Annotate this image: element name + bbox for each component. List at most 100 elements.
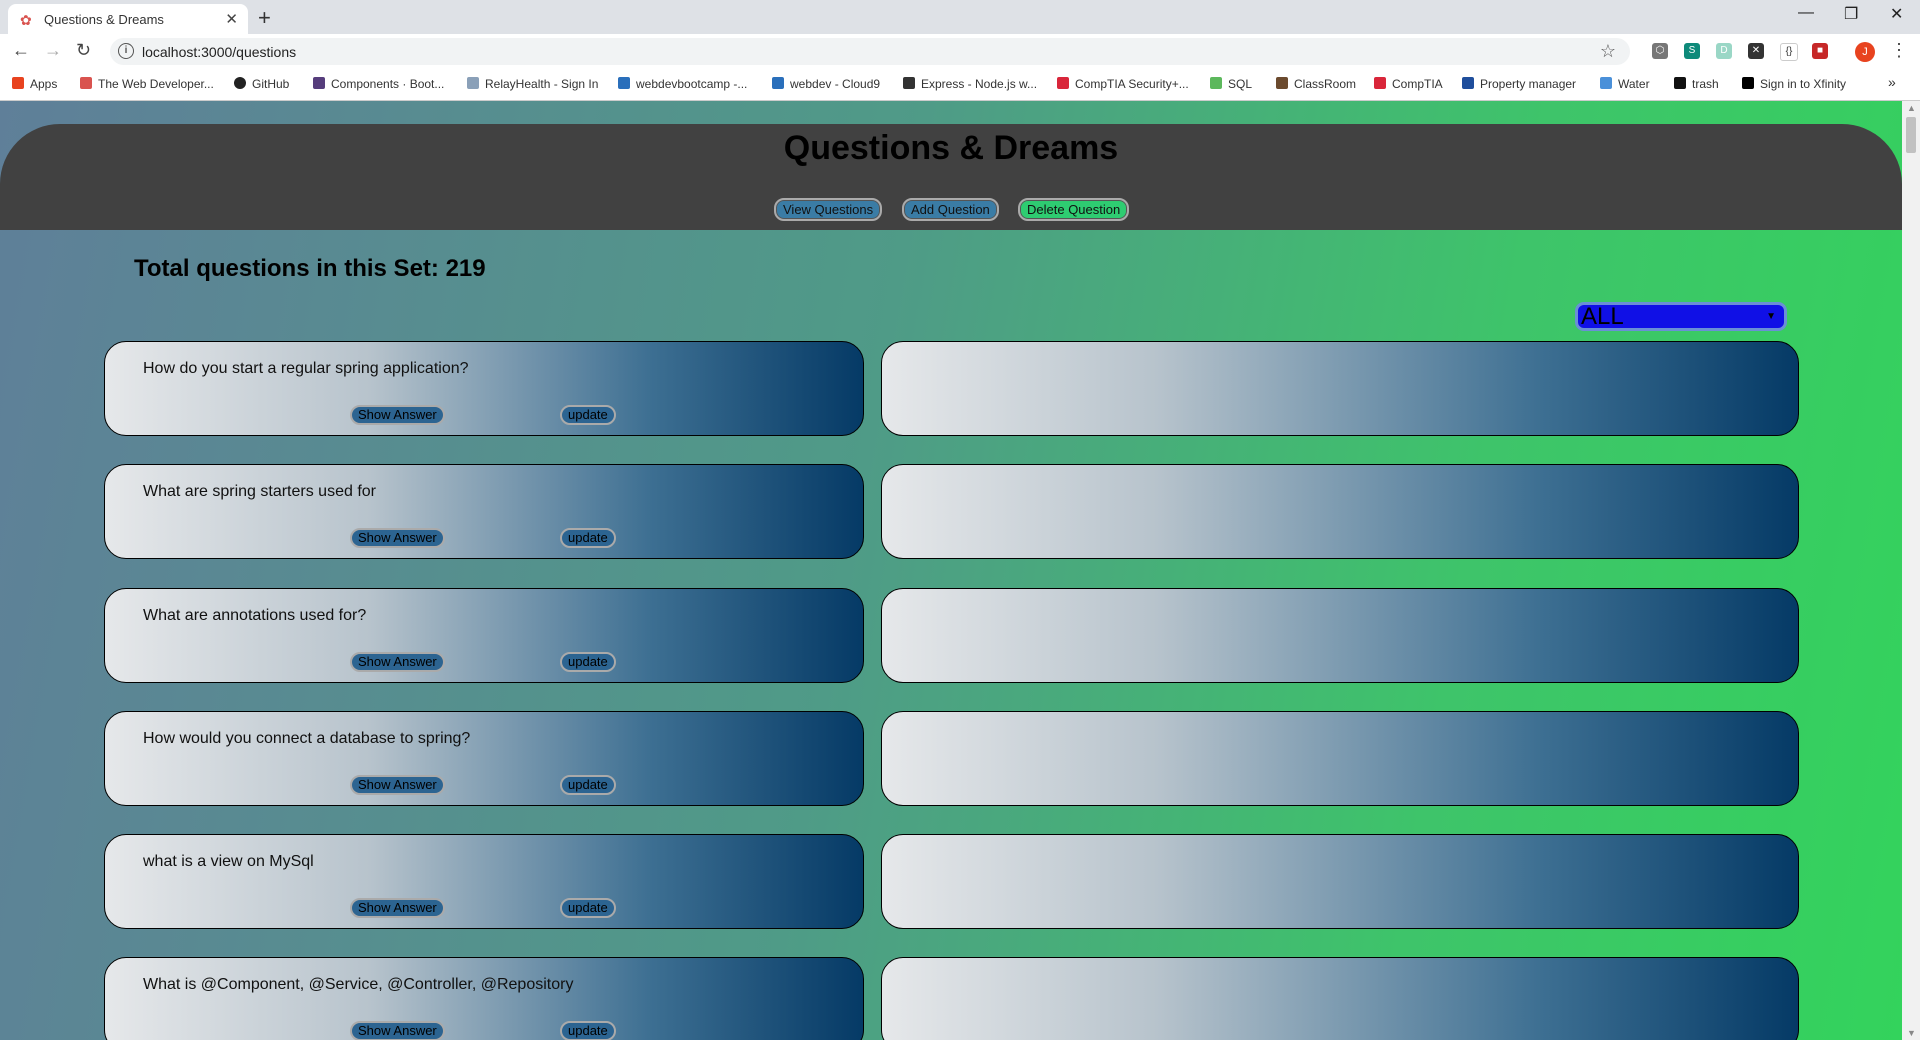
bookmarks-bar: Apps The Web Developer... GitHub Compone… [0,68,1920,101]
question-card: What is @Component, @Service, @Controlle… [104,957,864,1040]
forward-icon[interactable]: → [44,40,62,61]
bookmark-comptia[interactable]: CompTIA [1374,77,1443,91]
scroll-up-icon[interactable]: ▲ [1907,103,1916,113]
comptia-icon [1374,77,1386,89]
bookmark-classroom[interactable]: ClassRoom [1276,77,1356,91]
site-info-icon[interactable]: i [118,43,134,59]
bookmark-relayhealth[interactable]: RelayHealth - Sign In [467,77,598,91]
bookmark-comptia-security[interactable]: CompTIA Security+... [1057,77,1189,91]
favicon-icon: ✿ [20,12,32,28]
update-button[interactable]: update [560,405,616,425]
browser-tab[interactable]: ✿ Questions & Dreams ✕ [8,4,248,34]
bookmark-github[interactable]: GitHub [234,77,289,91]
answer-panel [881,711,1799,806]
hb-icon [1674,77,1686,89]
bookmark-property-manager[interactable]: Property manager [1462,77,1576,91]
question-text: What are spring starters used for [143,483,376,500]
bookmark-webdevbootcamp[interactable]: webdevbootcamp -... [618,77,747,91]
delete-question-button[interactable]: Delete Question [1018,198,1130,221]
sql-icon [1210,77,1222,89]
update-button[interactable]: update [560,1021,616,1040]
close-window-icon[interactable]: ✕ [1890,4,1903,24]
answer-panel [881,341,1799,436]
bookmark-water[interactable]: Water [1600,77,1650,91]
add-question-button[interactable]: Add Question [902,198,999,221]
page-content: Questions & Dreams View Questions Add Qu… [0,101,1902,1040]
question-text: What is @Component, @Service, @Controlle… [143,976,574,993]
page-scrollbar[interactable]: ▲ ▼ [1902,101,1920,1040]
cloud9-icon [618,77,630,89]
more-bookmarks-icon[interactable]: » [1888,74,1896,90]
site-header: Questions & Dreams View Questions Add Qu… [0,124,1902,230]
restore-icon[interactable]: ❐ [1844,4,1858,24]
bookmark-web-developer[interactable]: The Web Developer... [80,77,214,91]
answer-panel [881,957,1799,1040]
update-button[interactable]: update [560,652,616,672]
bookmark-trash[interactable]: trash [1674,77,1719,91]
reload-icon[interactable]: ↻ [76,40,91,61]
question-card: What are annotations used for? Show Answ… [104,588,864,683]
bookmark-webdev-cloud9[interactable]: webdev - Cloud9 [772,77,880,91]
minimize-icon[interactable]: — [1798,4,1814,22]
bookmark-star-icon[interactable]: ☆ [1600,41,1616,62]
update-button[interactable]: update [560,528,616,548]
url-text[interactable]: localhost:3000/questions [142,44,296,60]
address-bar[interactable]: i localhost:3000/questions ☆ [110,38,1630,65]
water-icon [1600,77,1612,89]
show-answer-button[interactable]: Show Answer [350,1021,445,1040]
xfinity-icon [1742,77,1754,89]
answer-panel [881,834,1799,929]
udemy-icon [80,77,92,89]
show-answer-button[interactable]: Show Answer [350,898,445,918]
classroom-icon [1276,77,1288,89]
show-answer-button[interactable]: Show Answer [350,652,445,672]
new-tab-icon[interactable]: + [258,5,271,31]
extension-json-icon[interactable]: {} [1780,43,1798,61]
express-icon [903,77,915,89]
extension-d-icon[interactable]: D [1716,43,1732,59]
browser-toolbar: ← → ↻ i localhost:3000/questions ☆ ⬡ S D… [0,34,1920,68]
property-icon [1462,77,1474,89]
total-questions-count: Total questions in this Set: 219 [134,255,486,282]
show-answer-button[interactable]: Show Answer [350,405,445,425]
bookmark-bootstrap[interactable]: Components · Boot... [313,77,444,91]
close-tab-icon[interactable]: ✕ [225,10,238,28]
tab-title: Questions & Dreams [44,12,164,27]
question-card: what is a view on MySql Show Answer upda… [104,834,864,929]
bookmark-xfinity[interactable]: Sign in to Xfinity [1742,77,1846,91]
chevron-down-icon: ▼ [1766,311,1776,322]
scroll-down-icon[interactable]: ▼ [1907,1028,1916,1038]
show-answer-button[interactable]: Show Answer [350,775,445,795]
question-card: What are spring starters used for Show A… [104,464,864,559]
bookmark-sql[interactable]: SQL [1210,77,1252,91]
site-title: Questions & Dreams [783,129,1119,167]
question-text: How do you start a regular spring applic… [143,360,469,377]
view-questions-button[interactable]: View Questions [774,198,883,221]
extension-red-icon[interactable]: ■ [1812,43,1828,59]
extension-shield-icon[interactable]: ⬡ [1652,43,1668,59]
profile-avatar[interactable]: J [1855,42,1875,62]
bookmark-express[interactable]: Express - Node.js w... [903,77,1037,91]
question-text: How would you connect a database to spri… [143,730,471,747]
cloud9-icon [772,77,784,89]
bootstrap-icon [313,77,325,89]
github-icon [234,77,246,89]
category-filter-select[interactable]: ALL ▼ [1575,302,1787,331]
comptia-icon [1057,77,1069,89]
update-button[interactable]: update [560,898,616,918]
update-button[interactable]: update [560,775,616,795]
browser-menu-icon[interactable]: ⋮ [1890,40,1908,61]
extension-x-icon[interactable]: ✕ [1748,43,1764,59]
scrollbar-thumb[interactable] [1906,117,1916,153]
question-card: How would you connect a database to spri… [104,711,864,806]
question-text: What are annotations used for? [143,607,367,624]
back-icon[interactable]: ← [12,40,30,61]
question-text: what is a view on MySql [143,853,314,870]
relayhealth-icon [467,77,479,89]
apps-grid-icon [12,77,24,89]
extension-s-icon[interactable]: S [1684,43,1700,59]
bookmark-apps[interactable]: Apps [12,77,57,91]
tab-strip: ✿ Questions & Dreams ✕ + — ❐ ✕ [0,0,1920,34]
show-answer-button[interactable]: Show Answer [350,528,445,548]
answer-panel [881,464,1799,559]
